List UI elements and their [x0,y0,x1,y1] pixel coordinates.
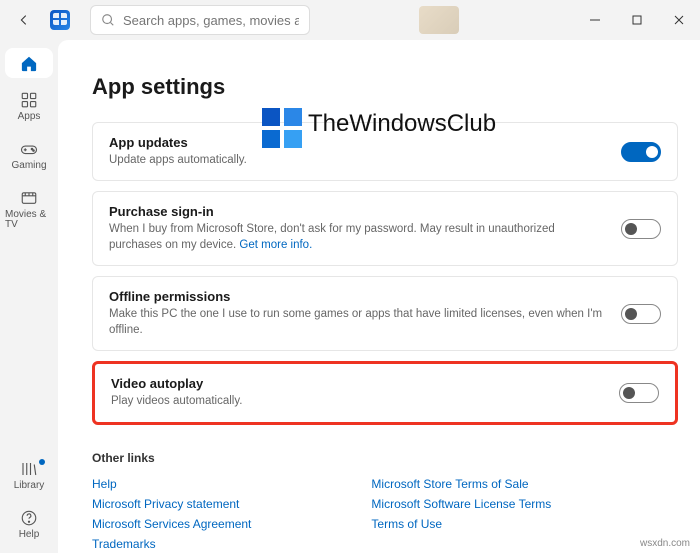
link-terms-use[interactable]: Terms of Use [371,517,551,531]
link-trademarks[interactable]: Trademarks [92,537,251,551]
offline-permissions-toggle[interactable] [621,304,661,324]
search-input[interactable] [123,13,299,28]
window-controls [574,0,700,40]
video-autoplay-toggle[interactable] [619,383,659,403]
setting-desc: Make this PC the one I use to run some g… [109,306,605,338]
search-icon [101,13,115,27]
setting-title: Purchase sign-in [109,204,605,219]
sidebar-item-help[interactable]: Help [5,502,53,545]
movies-icon [20,189,38,207]
sidebar-item-movies[interactable]: Movies & TV [5,182,53,235]
sidebar-item-label: Movies & TV [5,210,53,230]
update-indicator-icon [39,459,45,465]
sidebar-item-library[interactable]: Library [5,453,53,496]
sidebar: Apps Gaming Movies & TV Library Help [0,40,58,553]
close-button[interactable] [658,0,700,40]
sidebar-item-home[interactable] [5,48,53,78]
link-help[interactable]: Help [92,477,251,491]
links-col-right: Microsoft Store Terms of Sale Microsoft … [371,477,551,551]
sidebar-item-gaming[interactable]: Gaming [5,133,53,176]
purchase-signin-toggle[interactable] [621,219,661,239]
user-avatar[interactable] [419,6,459,34]
library-icon [20,460,38,478]
app-updates-toggle[interactable] [621,142,661,162]
get-more-info-link[interactable]: Get more info. [239,239,312,251]
sidebar-item-label: Library [14,481,45,491]
other-links-section: Other links Help Microsoft Privacy state… [92,451,678,551]
setting-video-autoplay: Video autoplay Play videos automatically… [92,361,678,424]
store-logo-icon [46,6,74,34]
setting-desc: Update apps automatically. [109,152,605,168]
setting-purchase-signin: Purchase sign-in When I buy from Microso… [92,191,678,266]
apps-icon [20,91,38,109]
setting-title: Video autoplay [111,376,603,391]
minimize-button[interactable] [574,0,616,40]
help-icon [20,509,38,527]
links-col-left: Help Microsoft Privacy statement Microso… [92,477,251,551]
home-icon [20,55,38,73]
gaming-icon [20,140,38,158]
setting-offline-permissions: Offline permissions Make this PC the one… [92,276,678,351]
main-content: App settings App updates Update apps aut… [58,40,700,553]
sidebar-item-label: Gaming [11,161,46,171]
watermark-corner: wsxdn.com [640,538,690,549]
setting-title: App updates [109,135,605,150]
title-bar-left [0,5,310,35]
setting-title: Offline permissions [109,289,605,304]
setting-app-updates: App updates Update apps automatically. [92,122,678,181]
maximize-button[interactable] [616,0,658,40]
title-bar [0,0,700,40]
page-title: App settings [92,74,678,100]
back-button[interactable] [10,6,38,34]
setting-desc: When I buy from Microsoft Store, don't a… [109,221,605,253]
link-privacy[interactable]: Microsoft Privacy statement [92,497,251,511]
link-license-terms[interactable]: Microsoft Software License Terms [371,497,551,511]
other-links-heading: Other links [92,451,678,465]
sidebar-item-apps[interactable]: Apps [5,84,53,127]
search-bar[interactable] [90,5,310,35]
sidebar-item-label: Apps [18,112,41,122]
link-services-agreement[interactable]: Microsoft Services Agreement [92,517,251,531]
setting-desc: Play videos automatically. [111,393,603,409]
sidebar-item-label: Help [19,530,40,540]
link-terms-sale[interactable]: Microsoft Store Terms of Sale [371,477,551,491]
